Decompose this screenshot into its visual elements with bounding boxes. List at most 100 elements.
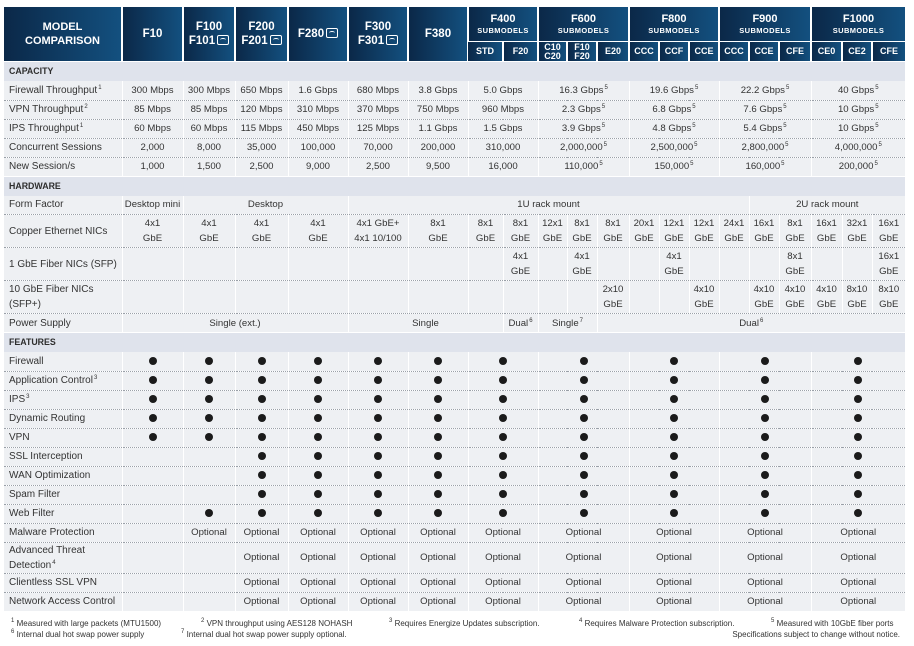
table-cell: 4x1 GbE — [121, 214, 183, 248]
cell-value: 200,000 — [420, 142, 456, 153]
cell-value: 24x1 GbE — [723, 218, 745, 244]
submodel-header: CCF — [658, 41, 689, 62]
footnote-ref: 5 — [785, 84, 790, 91]
submodels-label: SUBMODELS — [648, 26, 700, 35]
row-label-text: Advanced Threat Detection — [9, 544, 85, 571]
footnote-ref: 5 — [875, 84, 879, 91]
footnote-text: Requires Energize Updates subscription. — [394, 619, 540, 628]
footnote-ref: 5 — [604, 84, 608, 91]
table-row: Dynamic Routing — [4, 409, 906, 429]
model-name: F301 — [357, 35, 385, 47]
submodels-label: SUBMODELS — [477, 26, 529, 35]
included-dot-icon — [257, 490, 266, 499]
cell-value: 2,000,000 — [559, 142, 603, 153]
table-cell — [628, 428, 719, 448]
cell-value: 4x10 GbE — [816, 284, 837, 310]
cell-value: 4x1 GbE+ 4x1 10/100 — [354, 218, 402, 244]
table-cell — [347, 280, 408, 314]
footnote-number: 5 — [771, 618, 775, 624]
included-dot-icon — [579, 509, 588, 518]
cell-value: 60 Mbps — [134, 123, 171, 134]
included-dot-icon — [314, 490, 322, 499]
footnote-text: VPN throughput using AES128 NOHASH — [206, 619, 353, 628]
table-cell: 200,0005 — [810, 157, 906, 176]
table-cell: 4x10 GbE — [810, 280, 842, 314]
model-name: F100 — [195, 21, 223, 33]
table-cell — [537, 428, 629, 448]
included-dot-icon — [205, 395, 213, 404]
table-cell — [347, 371, 408, 391]
cell-value: 160,000 — [745, 161, 781, 172]
cell-value: 680 Mbps — [356, 84, 400, 96]
table-row: New Session/s 1,000 1,500 2,500 9,000 2,500 9,… — [4, 157, 906, 176]
table-cell: 40 Gbps5 — [810, 81, 906, 101]
row-label: Web Filter — [4, 504, 122, 524]
table-cell — [810, 447, 906, 467]
table-cell — [718, 409, 811, 429]
section-title: CAPACITY — [4, 61, 906, 81]
cell-value: 16x1 GbE — [878, 251, 900, 277]
row-label: VPN — [4, 428, 122, 448]
table-cell — [121, 523, 183, 543]
table-cell — [182, 542, 235, 574]
table-cell: Optional — [810, 542, 906, 574]
table-cell — [537, 352, 629, 372]
table-cell: Optional — [537, 592, 629, 611]
table-cell: 2,000,0005 — [537, 138, 629, 158]
table-cell: 160,0005 — [718, 157, 811, 176]
table-cell: Optional — [718, 523, 811, 543]
section-title: FEATURES — [4, 332, 906, 352]
table-cell — [718, 485, 811, 505]
table-cell — [182, 504, 235, 524]
cell-value: Optional — [420, 527, 456, 538]
table-row: SSL Interception — [4, 447, 906, 467]
table-cell: Optional — [628, 592, 719, 611]
row-label-text: IPS — [9, 394, 26, 405]
included-dot-icon — [434, 433, 442, 442]
row-label: Spam Filter — [4, 485, 122, 505]
cell-value: 8x10 GbE — [846, 284, 868, 310]
included-dot-icon — [499, 490, 507, 499]
table-cell: Optional — [347, 592, 408, 611]
footnote-ref: 6 — [759, 317, 764, 324]
table-cell: Single — [347, 313, 503, 333]
included-dot-icon — [374, 376, 382, 385]
table-cell — [467, 504, 538, 524]
cell-value: 4x1 GbE — [251, 218, 272, 244]
cell-value: 5.0 Gbps — [483, 84, 523, 96]
included-dot-icon — [205, 414, 213, 423]
cell-value: 1.6 Gbps — [298, 84, 338, 96]
included-dot-icon — [499, 376, 507, 385]
footnote-ref: 5 — [875, 104, 879, 110]
row-label-text: Firewall Throughput — [9, 84, 98, 96]
model-name: F201 — [241, 35, 268, 47]
table-cell — [537, 447, 629, 467]
table-cell — [718, 504, 811, 524]
table-cell: Optional — [287, 542, 348, 574]
row-label: 1 GbE Fiber NICs (SFP) — [4, 247, 122, 281]
row-label-text: Power Supply — [9, 317, 71, 329]
table-cell: 5.0 Gbps — [467, 81, 538, 101]
row-label: Network Access Control — [4, 592, 122, 611]
model-header: F10 — [121, 7, 183, 62]
table-row: Concurrent Sessions 2,000 8,000 35,000 100,0… — [4, 138, 906, 158]
table-cell: 4x1 GbE — [502, 247, 538, 281]
included-dot-icon — [374, 509, 382, 518]
table-cell — [407, 409, 468, 429]
row-label-text: Firewall — [9, 355, 44, 367]
cell-value: 8x1 GbE — [428, 218, 448, 244]
model-name: F380 — [424, 28, 452, 40]
table-row: Network Access Control Optional Optional Op… — [4, 592, 906, 611]
cell-value: 1.1 Gbps — [418, 123, 458, 134]
table-cell: 85 Mbps — [182, 100, 235, 120]
submodel-header: CCC — [718, 41, 749, 62]
model-name: F101 — [188, 35, 216, 47]
table-cell — [537, 409, 629, 429]
included-dot-icon — [499, 509, 507, 518]
table-cell — [628, 504, 719, 524]
cell-value: Optional — [747, 577, 783, 588]
included-dot-icon — [761, 433, 769, 442]
table-cell: Single (ext.) — [121, 313, 348, 333]
footnote-ref: 5 — [690, 161, 694, 167]
table-cell: 22.2 Gbps5 — [718, 81, 811, 101]
